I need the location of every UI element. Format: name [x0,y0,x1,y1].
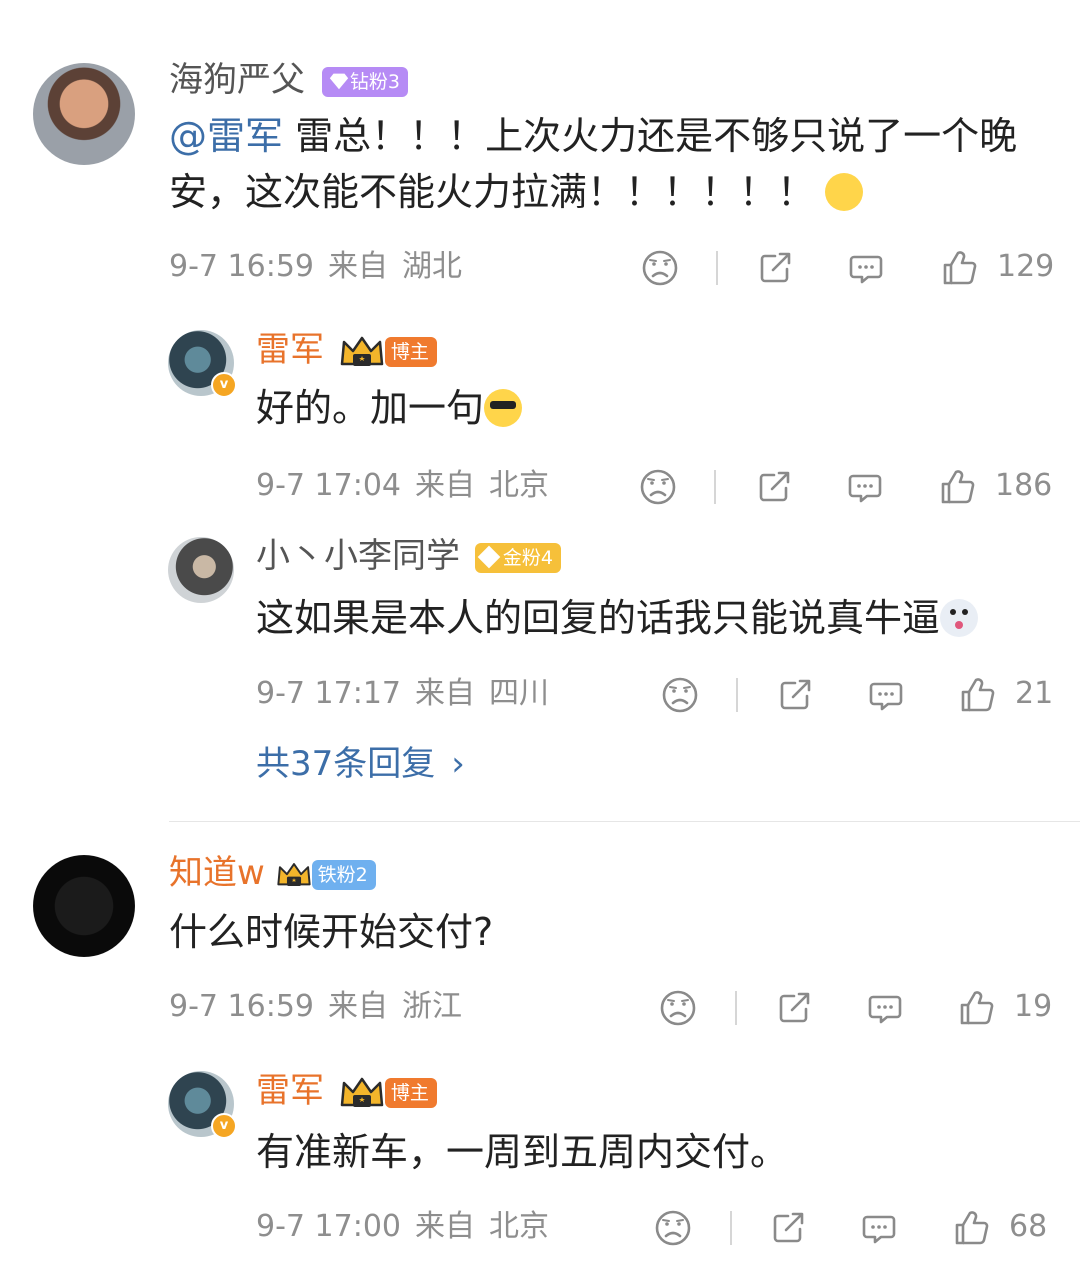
section-divider [169,821,1080,822]
comment-text: 什么时候开始交付? [169,910,494,954]
comment-author[interactable]: 雷军 博主 [256,330,437,370]
like-icon[interactable] [940,248,980,288]
comment-icon[interactable] [859,1208,899,1248]
like-count: 68 [1009,1209,1048,1244]
comment-meta: 9-7 16:59 来自 湖北 [169,249,462,284]
comment-icon[interactable] [866,675,906,715]
avatar[interactable] [168,537,234,603]
comment-meta: 9-7 17:04 来自 北京 [256,468,549,503]
comment-text: @雷军 雷总！！！上次火力还是不够只说了一个晚 安，这次能不能火力拉满！！！！！… [169,114,1018,214]
comment-icon[interactable] [865,988,905,1028]
like-icon[interactable] [938,467,978,507]
dog-emoji-icon [940,599,979,637]
like-count: 186 [995,468,1053,503]
comment-author[interactable]: 雷军 博主 [256,1071,437,1111]
crown-icon [339,334,385,370]
diamond-icon [328,70,350,92]
divider [730,1211,732,1245]
like-count: 21 [1015,676,1054,711]
verified-icon: v [211,1113,237,1139]
author-name[interactable]: 知道w [169,853,265,893]
comment-text: 这如果是本人的回复的话我只能说真牛逼 [256,590,979,646]
share-icon[interactable] [768,1208,808,1248]
like-count: 19 [1014,989,1053,1024]
comment-text: 有准新车，一周到五周内交付。 [256,1130,789,1174]
like-count: 129 [997,249,1055,284]
crown-icon [276,860,312,890]
smile-emoji-icon [825,173,864,211]
sad-face-icon[interactable] [653,1208,693,1248]
comment-text: 好的。加一句 [256,380,523,436]
comment-author[interactable]: 海狗严父 钻粉3 [169,60,408,100]
host-badge: 博主 [384,336,437,367]
fan-badge[interactable]: 金粉4 [474,542,561,573]
divider [735,991,737,1025]
like-icon[interactable] [957,988,997,1028]
like-icon[interactable] [958,675,998,715]
fan-badge[interactable]: 铁粉2 [311,859,376,890]
host-badge: 博主 [384,1077,437,1108]
avatar[interactable] [33,63,135,165]
share-icon[interactable] [774,988,814,1028]
comment-meta: 9-7 17:17 来自 四川 [256,676,549,711]
share-icon[interactable] [755,248,795,288]
fan-badge[interactable]: 钻粉3 [321,66,408,97]
comment-icon[interactable] [845,467,885,507]
share-icon[interactable] [775,675,815,715]
sad-face-icon[interactable] [640,248,680,288]
avatar[interactable] [33,855,135,957]
comment-icon[interactable] [846,248,886,288]
more-replies-link[interactable]: 共37条回复 › [256,744,465,784]
divider [736,678,738,712]
sunglasses-emoji-icon [484,389,523,427]
like-icon[interactable] [952,1208,992,1248]
crown-icon [339,1075,385,1111]
author-name[interactable]: 雷军 [256,330,324,370]
author-name[interactable]: 小丶小李同学 [256,536,460,576]
sad-face-icon[interactable] [658,988,698,1028]
author-name[interactable]: 海狗严父 [169,60,305,100]
verified-icon: v [211,372,237,398]
divider [716,251,718,285]
chevron-right-icon: › [451,744,465,784]
mention-link[interactable]: @雷军 [169,114,283,158]
comment-meta: 9-7 16:59 来自 浙江 [169,989,462,1024]
comment-author[interactable]: 小丶小李同学 金粉4 [256,536,561,576]
gold-diamond-icon [477,545,501,568]
author-name[interactable]: 雷军 [256,1071,324,1111]
share-icon[interactable] [754,467,794,507]
divider [714,470,716,504]
comment-meta: 9-7 17:00 来自 北京 [256,1209,549,1244]
comment-author[interactable]: 知道w 铁粉2 [169,853,376,893]
sad-face-icon[interactable] [638,467,678,507]
sad-face-icon[interactable] [660,675,700,715]
